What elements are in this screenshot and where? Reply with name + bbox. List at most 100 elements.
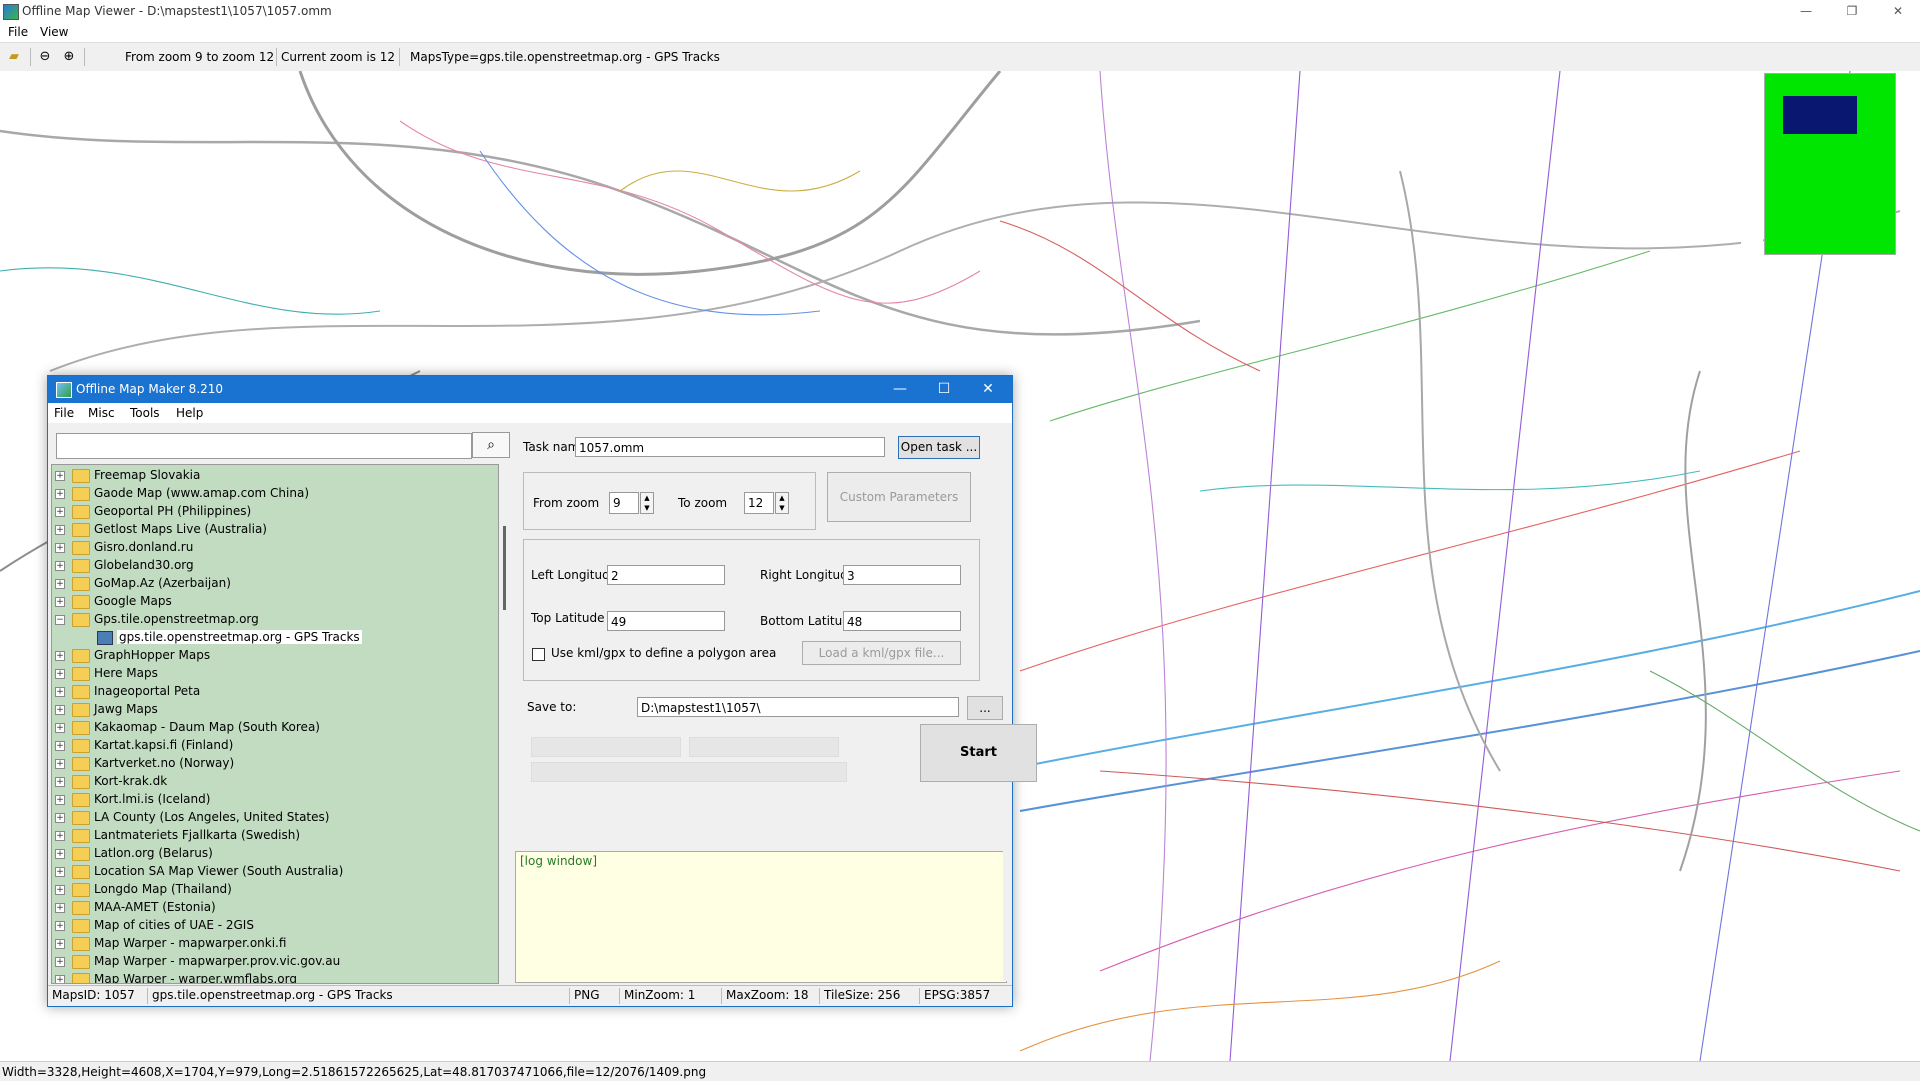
right-longitude-input[interactable]: 3 [843, 565, 961, 585]
tree-item[interactable]: + Kort-krak.dk [52, 773, 482, 791]
overview-viewport[interactable] [1783, 96, 1857, 134]
expand-icon[interactable]: + [55, 921, 65, 931]
open-folder-icon[interactable]: ▰ [5, 49, 23, 65]
expand-icon[interactable]: + [55, 903, 65, 913]
menu-file[interactable]: File [8, 25, 28, 39]
load-kml-button[interactable]: Load a kml/gpx file... [802, 641, 961, 665]
left-longitude-input[interactable]: 2 [607, 565, 725, 585]
custom-parameters-button[interactable]: Custom Parameters [827, 472, 971, 522]
tree-item[interactable]: + Here Maps [52, 665, 482, 683]
tree-item[interactable]: + Kort.lmi.is (Iceland) [52, 791, 482, 809]
expand-icon[interactable]: + [55, 525, 65, 535]
expand-icon[interactable]: + [55, 885, 65, 895]
expand-icon[interactable]: + [55, 813, 65, 823]
expand-icon[interactable]: + [55, 489, 65, 499]
top-latitude-input[interactable]: 49 [607, 611, 725, 631]
kml-polygon-checkbox[interactable] [532, 648, 545, 661]
log-scrollbar[interactable] [1003, 851, 1011, 981]
map-source-tree[interactable]: + Freemap Slovakia + Gaode Map (www.amap.co… [51, 464, 499, 984]
expand-icon[interactable]: + [55, 723, 65, 733]
tree-item[interactable]: + Kartat.kapsi.fi (Finland) [52, 737, 482, 755]
tree-item[interactable]: + Google Maps [52, 593, 482, 611]
tree-scroll-thumb[interactable] [503, 526, 506, 610]
tree-item[interactable]: + GoMap.Az (Azerbaijan) [52, 575, 482, 593]
log-window[interactable]: [log window] [515, 851, 1007, 983]
dialog-menu-help[interactable]: Help [176, 406, 203, 420]
zoom-in-icon[interactable]: ⊕ [60, 49, 78, 65]
tree-item[interactable]: + Map Warper - warper.wmflabs.org [52, 971, 482, 983]
map-search-input[interactable] [56, 433, 472, 459]
save-to-input[interactable]: D:\mapstest1\1057\ [637, 697, 959, 717]
tree-item[interactable]: + MAA-AMET (Estonia) [52, 899, 482, 917]
expand-icon[interactable]: + [55, 561, 65, 571]
expand-icon[interactable]: + [55, 849, 65, 859]
open-task-button[interactable]: Open task ... [898, 436, 980, 459]
expand-icon[interactable]: + [55, 759, 65, 769]
expand-icon[interactable]: + [55, 705, 65, 715]
close-button[interactable]: ✕ [1875, 0, 1920, 22]
tree-item[interactable]: + Map of cities of UAE - 2GIS [52, 917, 482, 935]
dialog-close-button[interactable]: ✕ [966, 376, 1010, 403]
restore-button[interactable]: ❐ [1829, 0, 1875, 22]
expand-icon[interactable]: + [55, 579, 65, 589]
expand-icon[interactable]: + [55, 777, 65, 787]
dialog-menu-misc[interactable]: Misc [88, 406, 115, 420]
tree-scrollbar[interactable] [499, 464, 513, 982]
expand-icon[interactable]: + [55, 741, 65, 751]
expand-icon[interactable]: + [55, 651, 65, 661]
expand-icon[interactable]: + [55, 471, 65, 481]
browse-button[interactable]: ... [967, 696, 1003, 720]
tree-item[interactable]: + Inageoportal Peta [52, 683, 482, 701]
dialog-menu-tools[interactable]: Tools [130, 406, 160, 420]
dialog-statusbar: MapsID: 1057 gps.tile.openstreetmap.org … [48, 985, 1012, 1006]
from-zoom-input[interactable]: 9 [609, 492, 639, 514]
minimize-button[interactable]: — [1783, 0, 1829, 22]
expand-icon[interactable]: + [55, 957, 65, 967]
tree-item[interactable]: + Kartverket.no (Norway) [52, 755, 482, 773]
tree-item[interactable]: + Geoportal PH (Philippines) [52, 503, 482, 521]
start-button[interactable]: Start [920, 724, 1037, 782]
to-zoom-spinner[interactable]: ▲ ▼ [775, 492, 789, 514]
to-zoom-input[interactable]: 12 [744, 492, 774, 514]
collapse-icon[interactable]: − [55, 615, 65, 625]
zoom-out-icon[interactable]: ⊖ [36, 49, 54, 65]
tree-item[interactable]: + Map Warper - mapwarper.onki.fi [52, 935, 482, 953]
tree-item-label: Gaode Map (www.amap.com China) [94, 486, 310, 500]
overview-gutter [1741, 73, 1763, 253]
expand-icon[interactable]: + [55, 975, 65, 983]
tree-item[interactable]: + Gisro.donland.ru [52, 539, 482, 557]
tree-item[interactable]: + Globeland30.org [52, 557, 482, 575]
expand-icon[interactable]: + [55, 795, 65, 805]
dialog-minimize-button[interactable]: — [878, 376, 922, 403]
tree-item[interactable]: + GraphHopper Maps [52, 647, 482, 665]
tree-item[interactable]: + Map Warper - mapwarper.prov.vic.gov.au [52, 953, 482, 971]
expand-icon[interactable]: + [55, 669, 65, 679]
tree-item[interactable]: + Latlon.org (Belarus) [52, 845, 482, 863]
tree-item[interactable]: + LA County (Los Angeles, United States) [52, 809, 482, 827]
tree-item[interactable]: − Gps.tile.openstreetmap.org [52, 611, 482, 629]
menu-view[interactable]: View [40, 25, 68, 39]
expand-icon[interactable]: + [55, 867, 65, 877]
task-name-input[interactable]: 1057.omm [575, 437, 885, 457]
dialog-maximize-button[interactable]: ☐ [922, 376, 966, 403]
tree-item[interactable]: + Longdo Map (Thailand) [52, 881, 482, 899]
expand-icon[interactable]: + [55, 507, 65, 517]
expand-icon[interactable]: + [55, 831, 65, 841]
tree-item[interactable]: + Getlost Maps Live (Australia) [52, 521, 482, 539]
bottom-latitude-input[interactable]: 48 [843, 611, 961, 631]
tree-item[interactable]: + Gaode Map (www.amap.com China) [52, 485, 482, 503]
tree-item[interactable]: + Kakaomap - Daum Map (South Korea) [52, 719, 482, 737]
tree-item-child[interactable]: gps.tile.openstreetmap.org - GPS Tracks [52, 629, 482, 647]
overview-minimap[interactable] [1764, 73, 1896, 255]
from-zoom-spinner[interactable]: ▲ ▼ [640, 492, 654, 514]
tree-item[interactable]: + Lantmateriets Fjallkarta (Swedish) [52, 827, 482, 845]
expand-icon[interactable]: + [55, 939, 65, 949]
tree-item[interactable]: + Freemap Slovakia [52, 467, 482, 485]
tree-item[interactable]: + Jawg Maps [52, 701, 482, 719]
expand-icon[interactable]: + [55, 543, 65, 553]
expand-icon[interactable]: + [55, 597, 65, 607]
expand-icon[interactable]: + [55, 687, 65, 697]
dialog-menu-file[interactable]: File [54, 406, 74, 420]
search-icon[interactable]: ⌕ [472, 432, 510, 458]
tree-item[interactable]: + Location SA Map Viewer (South Australia… [52, 863, 482, 881]
